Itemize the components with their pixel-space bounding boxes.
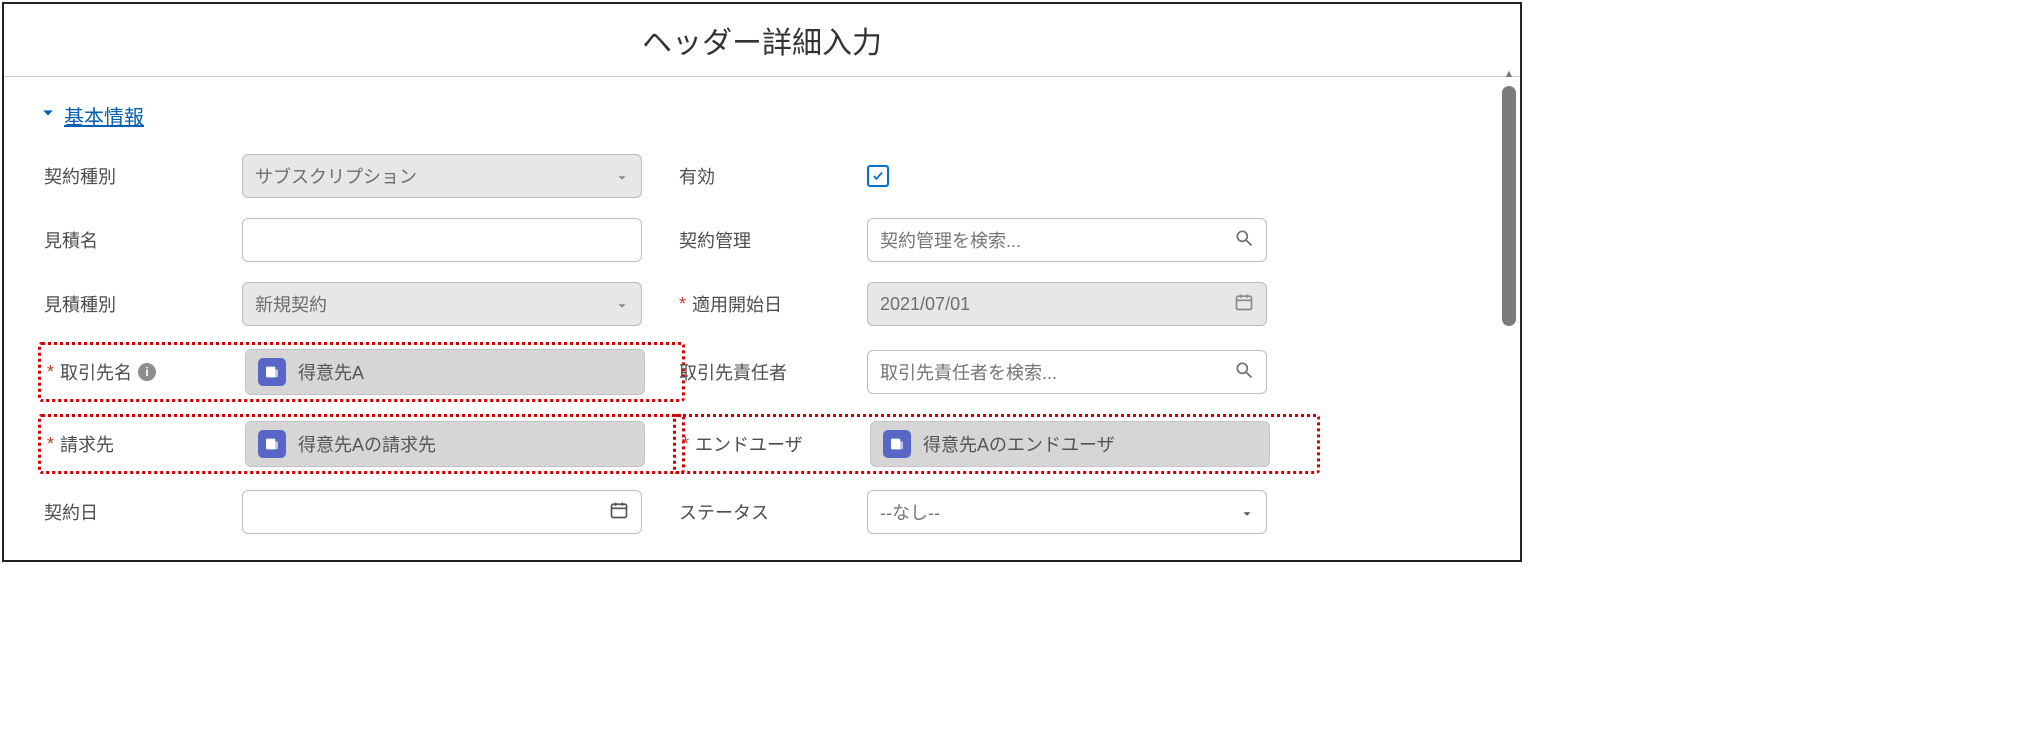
row-contract-date: 契約日	[44, 490, 679, 534]
chevron-down-icon	[615, 297, 629, 311]
calendar-icon	[609, 500, 629, 525]
scrollbar-thumb[interactable]	[1502, 86, 1516, 326]
label-status: ステータス	[679, 499, 859, 525]
scrollbar-up-arrow[interactable]: ▲	[1502, 68, 1516, 80]
label-end-user: * エンドユーザ	[682, 431, 862, 457]
lookup-account-contact[interactable]: 取引先責任者を検索...	[867, 350, 1267, 394]
row-end-user: * エンドユーザ 得意先Aのエンドユーザ	[673, 414, 1320, 474]
label-contract-type: 契約種別	[44, 163, 234, 189]
select-status[interactable]: --なし--	[867, 490, 1267, 534]
select-quote-type: 新規契約	[242, 282, 642, 326]
row-account-name: * 取引先名 i 得意先A	[38, 342, 685, 402]
required-star: *	[682, 434, 689, 455]
search-icon	[1234, 228, 1254, 253]
input-quote-name[interactable]	[242, 218, 642, 262]
section-basic-info: 基本情報 契約種別 サブスクリプション	[4, 77, 1520, 534]
account-record-icon	[258, 358, 286, 386]
chip-account-name[interactable]: 得意先A	[245, 349, 645, 395]
label-quote-name: 見積名	[44, 227, 234, 253]
chevron-down-icon	[40, 105, 56, 126]
label-account-name: * 取引先名 i	[47, 359, 237, 385]
checkbox-valid[interactable]	[867, 165, 889, 187]
label-contract-date: 契約日	[44, 499, 234, 525]
value-end-user: 得意先Aのエンドユーザ	[923, 431, 1115, 457]
info-icon[interactable]: i	[138, 363, 156, 381]
value-apply-start: 2021/07/01	[880, 294, 970, 315]
label-bill-to: * 請求先	[47, 431, 237, 457]
chip-bill-to[interactable]: 得意先Aの請求先	[245, 421, 645, 467]
value-status: --なし--	[880, 499, 940, 525]
page-title: ヘッダー詳細入力	[4, 4, 1520, 76]
value-contract-type: サブスクリプション	[255, 163, 417, 189]
placeholder-contract-mgmt: 契約管理を検索...	[880, 227, 1021, 253]
row-bill-to: * 請求先 得意先Aの請求先	[38, 414, 685, 474]
required-star: *	[679, 294, 686, 315]
section-header-basic-info[interactable]: 基本情報	[40, 101, 1484, 130]
required-star: *	[47, 434, 54, 455]
label-apply-start: * 適用開始日	[679, 291, 859, 317]
chevron-down-icon	[615, 169, 629, 183]
value-account-name: 得意先A	[298, 359, 364, 385]
value-bill-to: 得意先Aの請求先	[298, 431, 436, 457]
placeholder-account-contact: 取引先責任者を検索...	[880, 359, 1057, 385]
account-record-icon	[258, 430, 286, 458]
required-star: *	[47, 362, 54, 383]
row-contract-mgmt: 契約管理 契約管理を検索...	[679, 218, 1314, 262]
row-quote-name: 見積名	[44, 218, 679, 262]
date-contract-date[interactable]	[242, 490, 642, 534]
select-contract-type: サブスクリプション	[242, 154, 642, 198]
date-apply-start: 2021/07/01	[867, 282, 1267, 326]
row-quote-type: 見積種別 新規契約	[44, 282, 679, 326]
row-status: ステータス --なし--	[679, 490, 1314, 534]
label-valid: 有効	[679, 163, 859, 189]
value-quote-type: 新規契約	[255, 291, 327, 317]
row-apply-start: * 適用開始日 2021/07/01	[679, 282, 1314, 326]
form-grid: 契約種別 サブスクリプション 有効	[44, 154, 1314, 534]
row-account-contact: 取引先責任者 取引先責任者を検索...	[679, 346, 1314, 398]
search-icon	[1234, 360, 1254, 385]
chip-end-user[interactable]: 得意先Aのエンドユーザ	[870, 421, 1270, 467]
account-record-icon	[883, 430, 911, 458]
label-contract-mgmt: 契約管理	[679, 227, 859, 253]
section-title: 基本情報	[64, 101, 144, 130]
calendar-icon	[1234, 292, 1254, 317]
label-account-contact: 取引先責任者	[679, 359, 859, 385]
row-contract-type: 契約種別 サブスクリプション	[44, 154, 679, 198]
lookup-contract-mgmt[interactable]: 契約管理を検索...	[867, 218, 1267, 262]
content-area: 基本情報 契約種別 サブスクリプション	[4, 77, 1520, 562]
row-valid: 有効	[679, 154, 1314, 198]
header-detail-form-window: ヘッダー詳細入力 基本情報 契約種別 サブスクリプション	[2, 2, 1522, 562]
label-quote-type: 見積種別	[44, 291, 234, 317]
chevron-down-icon	[1240, 505, 1254, 519]
